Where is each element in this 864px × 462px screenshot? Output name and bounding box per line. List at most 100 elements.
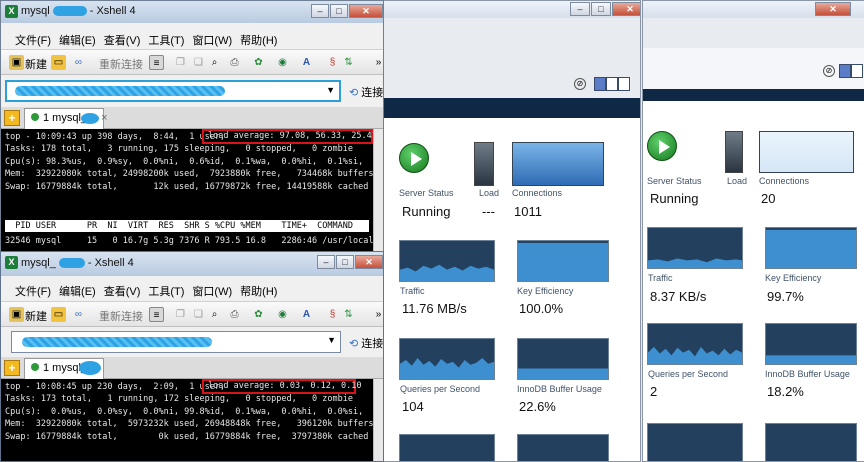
reconnect-button[interactable]: 重新连接: [99, 56, 143, 72]
new-button[interactable]: 新建: [25, 56, 47, 72]
close-button[interactable]: ✕: [815, 2, 851, 16]
traffic-graph: [399, 240, 495, 282]
innodb-buffer-graph: [765, 323, 857, 365]
traffic-graph: [647, 227, 743, 269]
tile-label: Connections: [759, 176, 810, 186]
menu-help[interactable]: 帮助(H): [240, 280, 277, 300]
new-session-icon[interactable]: ▣: [9, 307, 24, 322]
add-tab-icon[interactable]: +: [4, 110, 20, 126]
tile-label: InnoDB Buffer Usage: [517, 384, 602, 394]
new-session-icon[interactable]: ▣: [9, 55, 24, 70]
monitor-window-secondary: ✕ ⊘ Server Status Running Load Connectio…: [642, 0, 864, 462]
add-tab-icon[interactable]: +: [4, 360, 20, 376]
terminal-scrollbar[interactable]: [373, 129, 383, 269]
maximize-button[interactable]: □: [330, 4, 348, 18]
view-mode-icon[interactable]: [851, 64, 863, 78]
menu-file[interactable]: 文件(F): [15, 29, 51, 49]
properties-icon[interactable]: ≡: [149, 55, 164, 70]
dashboard: Server Status Running Load Connections 2…: [643, 101, 864, 461]
menu-tools[interactable]: 工具(T): [148, 29, 184, 49]
color-scheme-icon[interactable]: ✿: [251, 307, 266, 322]
paste-icon[interactable]: ❏: [191, 307, 206, 322]
menu-edit[interactable]: 编辑(E): [59, 280, 96, 300]
connect-link[interactable]: ⟲ 连接: [349, 84, 383, 100]
link-icon[interactable]: ∞: [71, 55, 86, 70]
menu-view[interactable]: 查看(V): [104, 280, 141, 300]
connect-icon: ⟲: [349, 338, 359, 350]
print-icon[interactable]: ⎙: [227, 55, 242, 70]
menu-file[interactable]: 文件(F): [15, 280, 51, 300]
window-titlebar[interactable]: X mysql - Xshell 4 – □ ✕: [1, 1, 383, 23]
load-gauge: [725, 131, 743, 173]
menu-help[interactable]: 帮助(H): [240, 29, 277, 49]
window-titlebar[interactable]: X mysql_ - Xshell 4 – □ ✕: [1, 252, 383, 276]
monitor-window-primary: – □ ✕ ⊘ Server Status Running Load --- C…: [383, 0, 641, 462]
color-scheme-icon[interactable]: ✿: [251, 55, 266, 70]
view-mode-icon[interactable]: [594, 77, 606, 91]
view-mode-icon[interactable]: [618, 77, 630, 91]
menu-window[interactable]: 窗口(W): [192, 29, 232, 49]
menu-window[interactable]: 窗口(W): [192, 280, 232, 300]
paste-icon[interactable]: ❏: [191, 55, 206, 70]
find-icon[interactable]: ⌕: [207, 55, 222, 70]
open-folder-icon[interactable]: ▭: [51, 55, 66, 70]
refresh-icon[interactable]: ⊘: [574, 78, 586, 90]
key-efficiency-graph: [517, 240, 609, 282]
menu-tools[interactable]: 工具(T): [148, 280, 184, 300]
monitor-toolbar: ⊘: [643, 18, 864, 78]
tab-close-icon[interactable]: ×: [101, 112, 107, 124]
close-button[interactable]: ✕: [612, 2, 640, 16]
toolbar-overflow-icon[interactable]: »: [371, 55, 383, 70]
font-icon[interactable]: A: [299, 55, 314, 70]
connect-link[interactable]: ⟲ 连接: [349, 335, 383, 351]
script-icon[interactable]: §: [325, 307, 340, 322]
toolbar-overflow-icon[interactable]: »: [371, 307, 383, 322]
transfer-icon[interactable]: ⇅: [341, 55, 356, 70]
load-gauge: [474, 142, 494, 186]
view-mode-icon[interactable]: [606, 77, 618, 91]
redacted-address: [22, 337, 212, 347]
key-efficiency-graph: [765, 227, 857, 269]
refresh-icon[interactable]: ⊘: [823, 65, 835, 77]
menu-view[interactable]: 查看(V): [104, 29, 141, 49]
script-icon[interactable]: §: [325, 55, 340, 70]
innodb-buffer-graph: [517, 338, 609, 380]
minimize-button[interactable]: –: [311, 4, 329, 18]
redacted-tab-name: [79, 361, 101, 375]
properties-icon[interactable]: ≡: [149, 307, 164, 322]
restore-button[interactable]: □: [591, 2, 611, 16]
reconnect-button[interactable]: 重新连接: [99, 308, 143, 324]
terminal[interactable]: top - 10:08:45 up 230 days, 2:09, 1 user…: [1, 379, 373, 461]
copy-icon[interactable]: ❐: [173, 307, 188, 322]
address-bar[interactable]: ▼: [11, 331, 341, 353]
globe-icon[interactable]: ◉: [275, 55, 290, 70]
tile-label: Connections: [512, 188, 563, 198]
window-title: mysql - Xshell 4: [21, 5, 136, 17]
tile-label: InnoDB Buffer Usage: [765, 369, 850, 379]
minimize-button[interactable]: –: [570, 2, 590, 16]
terminal-scrollbar[interactable]: [373, 379, 383, 461]
address-bar[interactable]: ▼: [5, 80, 341, 102]
print-icon[interactable]: ⎙: [227, 307, 242, 322]
terminal[interactable]: top - 10:09:43 up 398 days, 8:44, 1 user…: [1, 129, 373, 269]
minimize-button[interactable]: –: [317, 255, 335, 269]
open-folder-icon[interactable]: ▭: [51, 307, 66, 322]
tile-value: 99.7%: [767, 289, 804, 304]
close-button[interactable]: ✕: [349, 4, 383, 18]
xshell-app-icon: X: [5, 5, 18, 18]
link-icon[interactable]: ∞: [71, 307, 86, 322]
new-button[interactable]: 新建: [25, 308, 47, 324]
menu-edit[interactable]: 编辑(E): [59, 29, 96, 49]
tasks-line: Tasks: 173 total, 1 running, 172 sleepin…: [5, 394, 353, 405]
address-dropdown-icon[interactable]: ▼: [326, 85, 335, 95]
view-mode-icon[interactable]: [839, 64, 851, 78]
copy-icon[interactable]: ❐: [173, 55, 188, 70]
close-button[interactable]: ✕: [355, 255, 383, 269]
transfer-icon[interactable]: ⇅: [341, 307, 356, 322]
find-icon[interactable]: ⌕: [207, 307, 222, 322]
font-icon[interactable]: A: [299, 307, 314, 322]
address-dropdown-icon[interactable]: ▼: [327, 335, 336, 345]
swap-line: Swap: 16779884k total, 0k used, 16779884…: [5, 431, 369, 442]
globe-icon[interactable]: ◉: [275, 307, 290, 322]
maximize-button[interactable]: □: [336, 255, 354, 269]
